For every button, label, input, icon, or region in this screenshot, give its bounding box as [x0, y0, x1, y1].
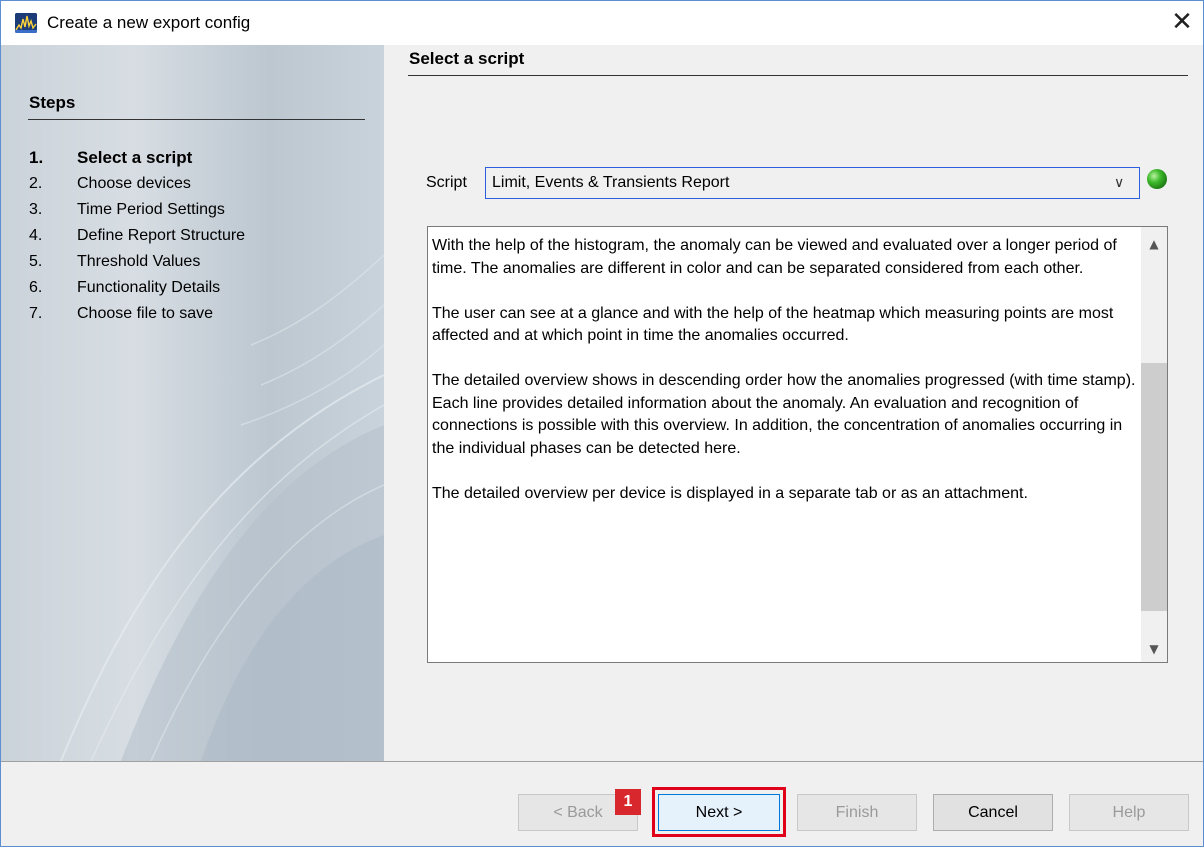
script-label: Script: [426, 174, 467, 191]
export-config-dialog: Create a new export config ✕ Steps 1. Sel…: [0, 0, 1204, 847]
step-number: 2.: [29, 175, 43, 192]
script-description: With the help of the histogram, the anom…: [427, 226, 1168, 663]
steps-divider: [28, 119, 365, 120]
description-paragraph: The user can see at a glance and with th…: [432, 304, 1114, 345]
step-label: Time Period Settings: [77, 201, 225, 218]
step-label: Choose devices: [77, 175, 191, 192]
step-item-choose-devices: 2. Choose devices: [29, 171, 245, 197]
finish-button[interactable]: Finish: [797, 794, 917, 831]
help-button[interactable]: Help: [1069, 794, 1189, 831]
step-number: 6.: [29, 279, 43, 296]
step-number: 3.: [29, 201, 43, 218]
cancel-button[interactable]: Cancel: [933, 794, 1053, 831]
script-description-text: With the help of the histogram, the anom…: [432, 235, 1140, 528]
chevron-down-icon: ∨: [1114, 174, 1125, 190]
step-number: 7.: [29, 305, 43, 322]
script-dropdown[interactable]: Limit, Events & Transients Report ∨: [485, 167, 1140, 199]
step-number: 5.: [29, 253, 43, 270]
step-item-time-period: 3. Time Period Settings: [29, 197, 245, 223]
step-label: Threshold Values: [77, 253, 201, 270]
page-title: Select a script: [409, 49, 525, 68]
script-dropdown-value: Limit, Events & Transients Report: [492, 174, 730, 191]
scrollbar-thumb[interactable]: [1141, 363, 1167, 611]
step-label: Choose file to save: [77, 305, 214, 322]
button-bar-divider: [1, 761, 1203, 762]
window-title: Create a new export config: [47, 13, 251, 32]
step-item-threshold-values: 5. Threshold Values: [29, 249, 245, 275]
description-paragraph: With the help of the histogram, the anom…: [432, 237, 1117, 277]
step-number: 1.: [29, 148, 44, 167]
step-label: Functionality Details: [77, 279, 221, 296]
step-label: Select a script: [77, 148, 193, 167]
steps-heading: Steps: [29, 93, 76, 112]
step-item-select-script: 1. Select a script: [29, 145, 245, 171]
step-label: Define Report Structure: [77, 227, 246, 244]
annotation-badge: 1: [615, 789, 641, 815]
step-item-report-structure: 4. Define Report Structure: [29, 223, 245, 249]
step-item-functionality-details: 6. Functionality Details: [29, 275, 245, 301]
scroll-up-icon[interactable]: ▲: [1141, 231, 1167, 257]
scroll-down-icon[interactable]: ▼: [1141, 636, 1167, 662]
title-bar: Create a new export config ✕: [1, 1, 1203, 45]
vertical-scrollbar[interactable]: ▲ ▼: [1141, 227, 1167, 662]
chart-app-icon: [15, 13, 37, 33]
next-button-highlight: [652, 787, 786, 837]
step-number: 4.: [29, 227, 43, 244]
close-icon[interactable]: ✕: [1161, 5, 1203, 41]
steps-list: 1. Select a script 2. Choose devices 3. Tim…: [29, 145, 245, 327]
step-item-choose-file: 7. Choose file to save: [29, 301, 245, 327]
description-paragraph: The detailed overview per device is disp…: [432, 484, 1028, 502]
content-divider: [408, 75, 1188, 76]
status-indicator-icon: [1147, 169, 1167, 189]
steps-panel: Steps 1. Select a script 2. Choose devices…: [1, 45, 384, 761]
description-paragraph: The detailed overview shows in descendin…: [432, 372, 1136, 457]
